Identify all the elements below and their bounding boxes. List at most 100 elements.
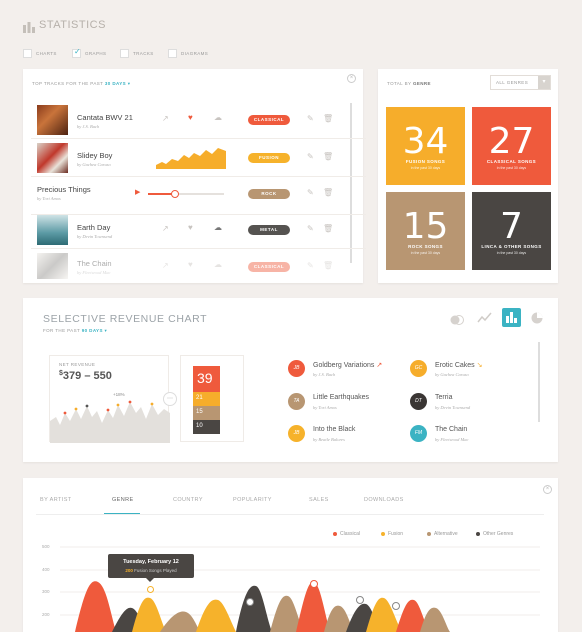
waveform xyxy=(156,148,226,169)
tab-country[interactable]: COUNTRY xyxy=(173,497,203,503)
track-title: Precious Things xyxy=(37,185,91,194)
tile-sub: in the past 30 days xyxy=(496,251,527,255)
trash-icon[interactable]: 🗑 xyxy=(323,114,333,123)
data-marker xyxy=(356,596,364,604)
tile-sub: in the past 30 days xyxy=(410,166,441,170)
revenue-sparkline xyxy=(50,400,170,443)
pie-chart-icon[interactable] xyxy=(531,311,543,329)
song-artist: by Tori Amos xyxy=(313,405,337,410)
graphs-checkbox[interactable] xyxy=(72,47,81,58)
area-classical xyxy=(75,581,116,632)
download-icon[interactable]: ☁ xyxy=(214,260,222,269)
progress-handle[interactable] xyxy=(171,190,179,198)
other-tile[interactable]: 7 LINCA & OTHER SONGS in the past 30 day… xyxy=(472,192,551,270)
legend-other[interactable]: Other Genres xyxy=(476,531,513,537)
genre-select[interactable]: ALL GENRES ▾ xyxy=(490,75,551,90)
song-item[interactable]: DT Terria by Devin Townsend xyxy=(410,389,525,415)
song-item[interactable]: JB Goldberg Variations ↗ by J.S. Bach xyxy=(288,356,403,382)
edit-icon[interactable]: ✎ xyxy=(307,188,314,197)
charts-checkbox[interactable] xyxy=(23,49,32,58)
track-artist: by Gachea Caruso xyxy=(77,162,111,167)
tab-genre[interactable]: GENRE xyxy=(112,497,134,503)
track-title: Earth Day xyxy=(77,223,111,232)
y-tick: 300 xyxy=(42,589,50,594)
tile-sub: in the past 30 days xyxy=(410,251,441,255)
heart-icon[interactable]: ♥ xyxy=(188,260,193,269)
tab-sales[interactable]: SALES xyxy=(309,497,329,503)
song-name: Terria xyxy=(435,394,453,401)
song-artist: by Fleetwood Mac xyxy=(435,437,469,442)
download-icon[interactable]: ☁ xyxy=(214,223,222,232)
expand-icon[interactable]: ⋯ xyxy=(163,392,177,406)
legend-fusion[interactable]: Fusion xyxy=(381,531,403,537)
tracks-checkbox[interactable] xyxy=(120,49,129,58)
tile-label: CLASSICAL SONGS xyxy=(486,159,537,164)
genre-badge: METAL xyxy=(248,225,290,235)
charts-label: CHARTS xyxy=(36,51,57,56)
song-artist: by Devin Townsend xyxy=(435,405,471,410)
list-item[interactable]: Cantata BWV 21 by J.S. Bach ↗ ♥ ☁ CLASSI… xyxy=(31,101,366,139)
tile-value: 34 xyxy=(402,121,449,162)
genre-badge: CLASSICAL xyxy=(248,262,290,272)
progress-track[interactable] xyxy=(148,193,224,195)
tabs-divider xyxy=(36,514,544,515)
edit-icon[interactable]: ✎ xyxy=(307,224,314,233)
chart-tooltip: Tuesday, February 12 200 Fusion Songs Pl… xyxy=(108,554,194,578)
play-icon[interactable]: ▶ xyxy=(135,188,140,196)
share-icon[interactable]: ↗ xyxy=(162,261,169,270)
tile-value: 27 xyxy=(488,121,535,162)
stack-value: 15 xyxy=(196,409,203,415)
share-icon[interactable]: ↗ xyxy=(162,224,169,233)
tab-downloads[interactable]: DOWNLOADS xyxy=(364,497,404,503)
classical-tile[interactable]: 27 CLASSICAL SONGS in the past 30 days xyxy=(472,107,551,185)
stack-value: 39 xyxy=(197,370,213,386)
trash-icon[interactable]: 🗑 xyxy=(323,188,333,197)
tab-by-artist[interactable]: BY ARTIST xyxy=(40,497,72,503)
song-item[interactable]: JB Into the Black by Beatle Balores xyxy=(288,421,403,447)
page-title: STATISTICS xyxy=(39,19,106,31)
download-icon[interactable]: ☁ xyxy=(214,113,222,122)
legend-alternative[interactable]: Alternative xyxy=(427,531,458,537)
rock-tile[interactable]: 15 ROCK SONGS in the past 30 days xyxy=(386,192,465,270)
stack-bar-4: 10 xyxy=(193,420,220,434)
trash-icon[interactable]: 🗑 xyxy=(323,224,333,233)
edit-icon[interactable]: ✎ xyxy=(307,261,314,270)
list-item[interactable]: Precious Things by Tori Amos ▶ ROCK ✎ 🗑 xyxy=(31,177,366,215)
line-chart-icon[interactable] xyxy=(477,311,492,329)
genre-totals-heading: TOTAL BY GENRE xyxy=(387,81,431,86)
song-item[interactable]: TA Little Earthquakes by Tori Amos xyxy=(288,389,403,415)
song-artist: by Gachea Caruso xyxy=(435,372,469,377)
legend-classical[interactable]: Classical xyxy=(333,531,360,537)
list-item[interactable]: Slidey Boy by Gachea Caruso FUSION ✎ 🗑 xyxy=(31,139,366,177)
song-item[interactable]: GC Erotic Cakes ↘ by Gachea Caruso xyxy=(410,356,525,382)
list-item[interactable]: Earth Day by Devin Townsend ↗ ♥ ☁ METAL … xyxy=(31,211,366,249)
share-icon[interactable]: ↗ xyxy=(162,114,169,123)
revenue-title: SELECTIVE REVENUE CHART xyxy=(43,313,208,325)
close-icon[interactable]: × xyxy=(347,74,356,83)
legend-dot xyxy=(333,531,337,536)
area-fusion xyxy=(196,599,236,632)
album-art xyxy=(37,143,68,173)
song-item[interactable]: FM The Chain by Fleetwood Mac xyxy=(410,421,525,447)
area-classical xyxy=(296,581,330,632)
track-title: The Chain xyxy=(77,259,112,268)
bar-chart-icon[interactable] xyxy=(502,308,521,327)
edit-icon[interactable]: ✎ xyxy=(307,114,314,123)
diagrams-checkbox[interactable] xyxy=(168,49,177,58)
song-name: Into the Black xyxy=(313,426,356,433)
close-icon[interactable]: × xyxy=(543,485,552,494)
net-revenue-value: $379 – 550 xyxy=(59,370,112,382)
trash-icon[interactable]: 🗑 xyxy=(323,152,333,161)
heart-icon[interactable]: ♥ xyxy=(188,223,193,232)
list-item[interactable]: The Chain by Fleetwood Mac ↗ ♥ ☁ CLASSIC… xyxy=(31,249,366,279)
data-marker xyxy=(310,580,318,588)
stack-bar-1: 39 xyxy=(193,366,220,392)
scrollbar[interactable] xyxy=(538,342,540,422)
toggle-view-icon[interactable] xyxy=(450,312,464,330)
fusion-tile[interactable]: 34 FUSION SONGS in the past 30 days xyxy=(386,107,465,185)
heart-icon[interactable]: ♥ xyxy=(188,113,193,122)
edit-icon[interactable]: ✎ xyxy=(307,152,314,161)
tab-popularity[interactable]: POPULARITY xyxy=(233,497,272,503)
trash-icon[interactable]: 🗑 xyxy=(323,261,333,270)
song-name: Goldberg Variations ↗ xyxy=(313,362,383,369)
